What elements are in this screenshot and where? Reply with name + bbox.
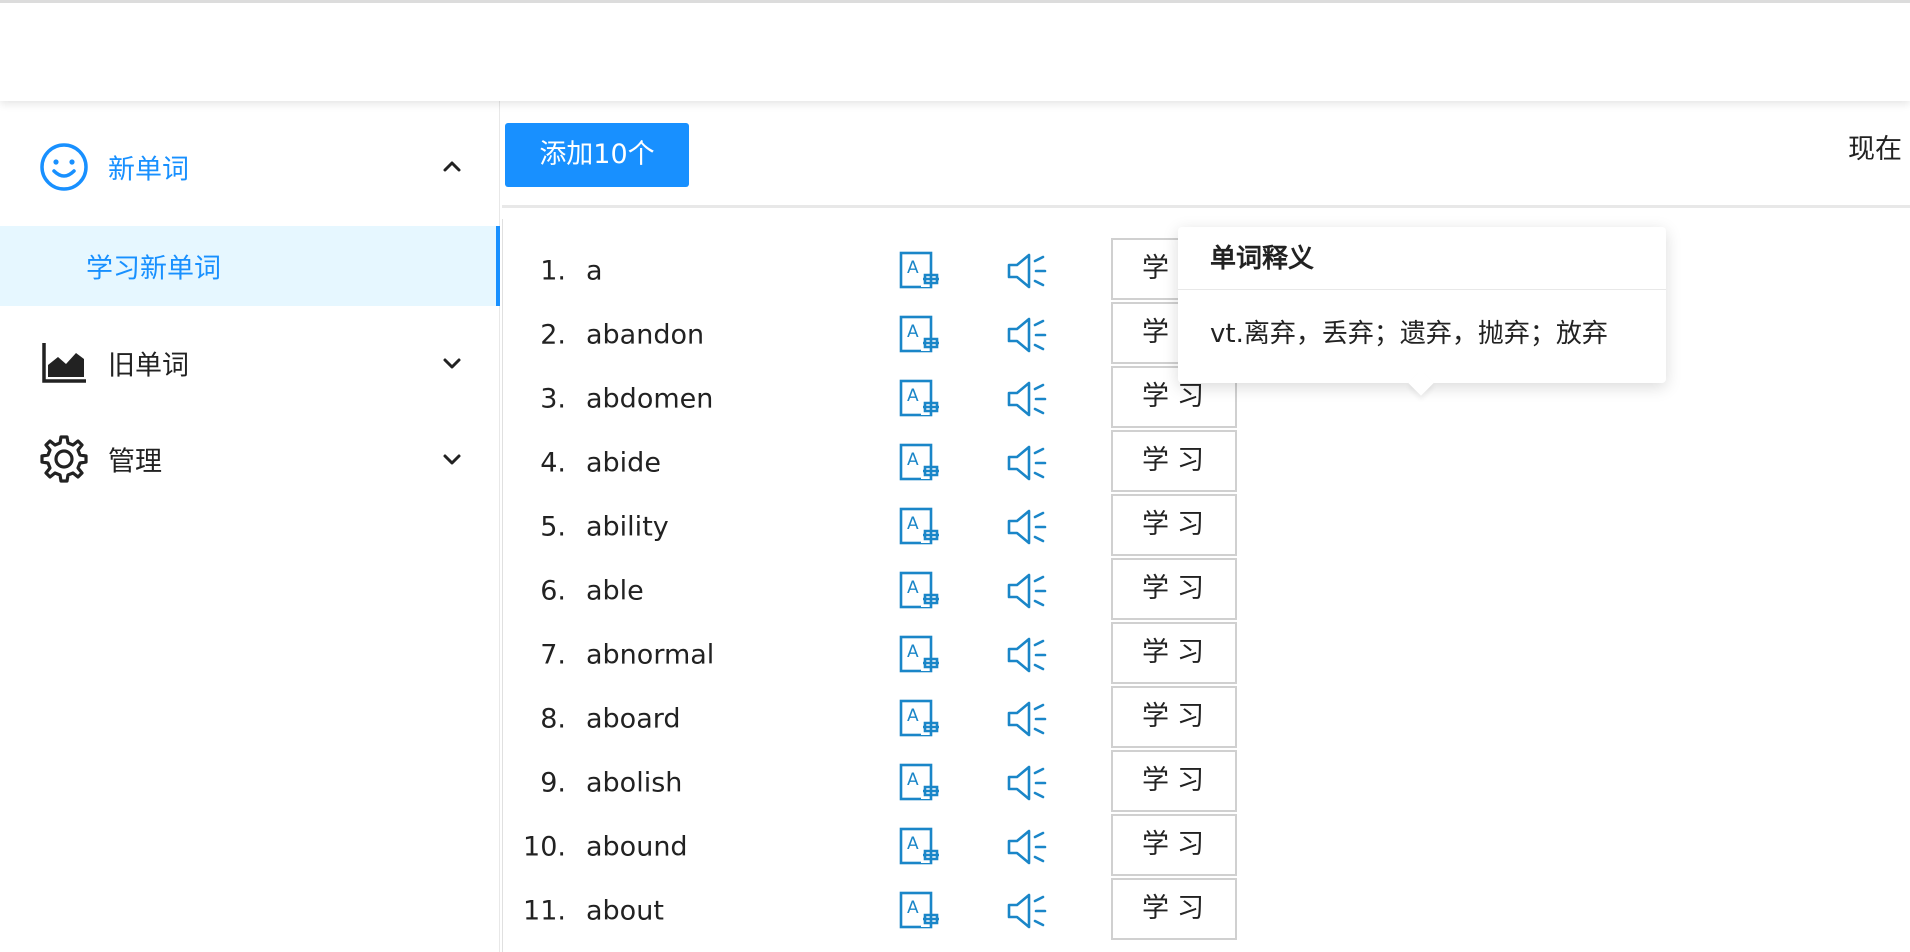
toolbar: 添加10个 现在 [502,101,1910,208]
status-text: 现在 [1848,134,1902,165]
word-index: 1. [540,255,566,287]
submenu-learn-new-words[interactable]: 学习新单词 [0,226,500,306]
area-chart-icon [42,343,86,383]
add-ten-button[interactable]: 添加10个 [505,123,689,187]
word-row: 7. abnormal A 学习 [503,622,1403,687]
learn-button[interactable]: 学习 [1111,430,1237,492]
gear-icon [40,435,88,483]
popover-definition: vt.离弃，丢弃；遗弃，抛弃；放弃 [1210,319,1608,349]
translate-icon[interactable]: A [899,379,941,419]
menu-old-words-label: 旧单词 [108,350,189,382]
popover-divider [1178,289,1666,290]
translate-icon[interactable]: A [899,827,941,867]
menu-new-words[interactable]: 新单词 [0,127,500,207]
translate-icon[interactable]: A [899,763,941,803]
learn-button[interactable]: 学习 [1111,686,1237,748]
word-index: 11. [523,895,566,927]
svg-text:A: A [907,578,919,598]
learn-button[interactable]: 学习 [1111,558,1237,620]
word-text: abide [586,447,661,479]
word-row: 6. able A 学习 [503,558,1403,623]
svg-text:A: A [907,834,919,854]
word-text: able [586,575,644,607]
speaker-icon[interactable] [1005,699,1047,739]
word-text: abnormal [586,639,715,671]
speaker-icon[interactable] [1005,891,1047,931]
chevron-up-icon [443,161,461,172]
translate-icon[interactable]: A [899,315,941,355]
svg-text:A: A [907,898,919,918]
speaker-icon[interactable] [1005,251,1047,291]
popover-title: 单词释义 [1210,244,1315,274]
menu-manage[interactable]: 管理 [0,419,500,499]
learn-button[interactable]: 学习 [1111,814,1237,876]
word-row: 8. aboard A 学习 [503,686,1403,751]
svg-text:A: A [907,770,919,790]
translate-icon[interactable]: A [899,571,941,611]
word-text: ability [586,511,669,543]
word-index: 4. [540,447,566,479]
word-index: 8. [540,703,566,735]
word-index: 9. [540,767,566,799]
chevron-down-icon [443,358,461,369]
speaker-icon[interactable] [1005,379,1047,419]
word-text: about [586,895,664,927]
translate-icon[interactable]: A [899,635,941,675]
sidebar: 新单词 学习新单词 旧单词 管理 [0,101,500,952]
word-text: aboard [586,703,681,735]
svg-text:A: A [907,514,919,534]
speaker-icon[interactable] [1005,571,1047,611]
word-text: a [586,255,603,287]
chevron-down-icon [443,454,461,465]
learn-button[interactable]: 学习 [1111,622,1237,684]
learn-button[interactable]: 学习 [1111,494,1237,556]
word-index: 10. [523,831,566,863]
speaker-icon[interactable] [1005,827,1047,867]
svg-text:A: A [907,322,919,342]
svg-text:A: A [907,450,919,470]
learn-button[interactable]: 学习 [1111,878,1237,940]
word-text: abound [586,831,688,863]
svg-text:A: A [907,642,919,662]
word-index: 7. [540,639,566,671]
word-index: 6. [540,575,566,607]
speaker-icon[interactable] [1005,443,1047,483]
word-text: abandon [586,319,705,351]
smile-icon [40,143,88,191]
word-text: abdomen [586,383,714,415]
word-index: 5. [540,511,566,543]
speaker-icon[interactable] [1005,763,1047,803]
word-index: 3. [540,383,566,415]
translate-icon[interactable]: A [899,891,941,931]
learn-button[interactable]: 学习 [1111,750,1237,812]
word-row: 5. ability A 学习 [503,494,1403,559]
menu-old-words[interactable]: 旧单词 [0,323,500,403]
translate-icon[interactable]: A [899,507,941,547]
word-index: 2. [540,319,566,351]
word-text: abolish [586,767,683,799]
translate-icon[interactable]: A [899,699,941,739]
menu-new-words-label: 新单词 [108,154,189,186]
top-header [0,0,1910,101]
svg-text:A: A [907,706,919,726]
speaker-icon[interactable] [1005,635,1047,675]
svg-text:A: A [907,386,919,406]
submenu-learn-new-words-label: 学习新单词 [86,253,221,285]
word-row: 10. abound A 学习 [503,814,1403,879]
speaker-icon[interactable] [1005,315,1047,355]
word-row: 9. abolish A 学习 [503,750,1403,815]
svg-text:A: A [907,258,919,278]
word-row: 4. abide A 学习 [503,430,1403,495]
definition-popover: 单词释义 vt.离弃，丢弃；遗弃，抛弃；放弃 [1178,227,1666,396]
translate-icon[interactable]: A [899,251,941,291]
word-row: 11. about A 学习 [503,878,1403,943]
speaker-icon[interactable] [1005,507,1047,547]
main-content: 添加10个 现在 1. a A 学习 2. abandon A 学习 3. abdomen A 学习 4… [502,101,1910,952]
translate-icon[interactable]: A [899,443,941,483]
menu-manage-label: 管理 [108,446,162,478]
